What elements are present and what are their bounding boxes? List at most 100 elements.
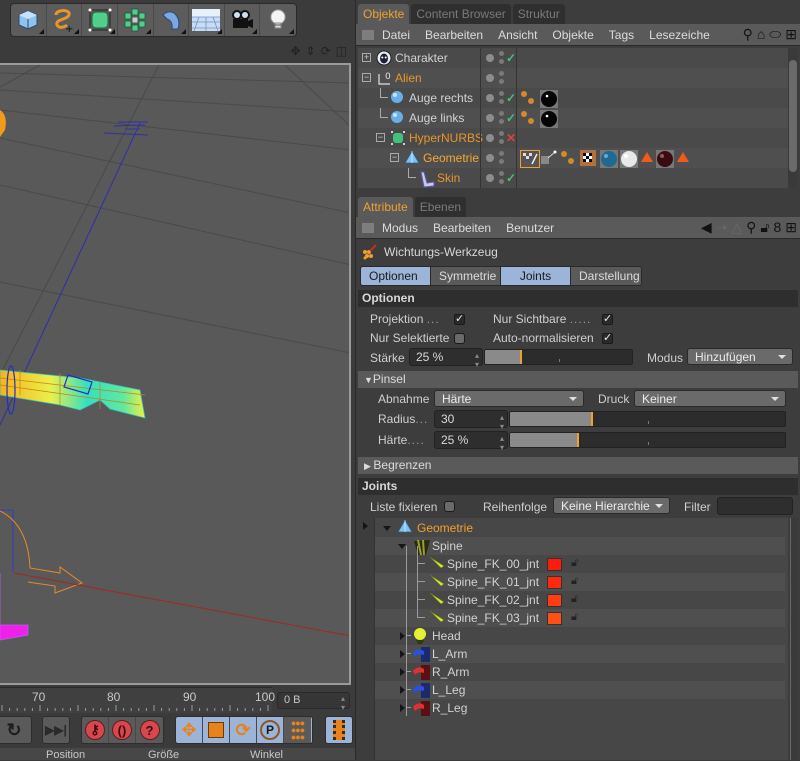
object-name[interactable]: Auge rechts — [409, 91, 473, 105]
begrenzen-group-header[interactable]: ▶ Begrenzen — [358, 457, 798, 474]
subtab-optionen[interactable]: Optionen — [361, 267, 431, 285]
joint-row[interactable]: Head — [375, 627, 785, 645]
collapse-toggle-icon[interactable]: − — [390, 153, 399, 162]
move-key-button[interactable]: ✥ — [176, 717, 203, 743]
keyframe-selection-button[interactable]: ? — [136, 717, 163, 743]
haerte-field[interactable]: 25 % ▴ ▾ — [434, 431, 508, 452]
object-row[interactable]: Auge rechts ✓ — [358, 88, 788, 108]
unlock-icon[interactable]: 🔓︎ — [571, 575, 578, 588]
nurbs-button[interactable] — [82, 4, 118, 36]
dark-red-material-icon[interactable] — [656, 150, 674, 168]
menu-ansicht[interactable]: Ansicht — [498, 28, 537, 42]
menu-bearbeiten[interactable]: Bearbeiten — [433, 221, 491, 235]
editor-visibility-dot[interactable] — [499, 51, 504, 56]
floor-button[interactable] — [189, 4, 225, 36]
disabled-x-icon[interactable]: ✕ — [506, 131, 516, 145]
editor-visibility-dot[interactable] — [499, 131, 504, 136]
visibility-dot[interactable] — [486, 174, 494, 182]
object-row[interactable]: − HyperNURBS ✕ — [358, 128, 788, 148]
search-icon[interactable]: ⚲ — [746, 219, 756, 236]
render-visibility-dot[interactable] — [499, 179, 504, 184]
tab-attribute[interactable]: Attribute — [358, 197, 413, 217]
joint-row[interactable]: L_Leg — [375, 681, 785, 699]
joint-row[interactable]: Spine_FK_01_jnt 🔓︎ — [375, 564, 785, 591]
menu-lesezeichen[interactable]: Lesezeiche — [649, 28, 710, 42]
object-name[interactable]: Geometrie — [423, 151, 479, 165]
joint-row[interactable]: Spine_FK_00_jnt 🔓︎ — [375, 546, 785, 573]
deformer-button[interactable] — [154, 4, 190, 36]
grip-handle[interactable] — [362, 222, 374, 233]
menu-benutzer[interactable]: Benutzer — [506, 221, 554, 235]
expand-toggle-icon[interactable] — [400, 668, 405, 676]
subtab-symmetrie[interactable]: Symmetrie — [431, 267, 501, 285]
joint-row[interactable]: Geometrie — [375, 519, 785, 537]
expand-toggle-icon[interactable] — [400, 686, 405, 694]
maximize-view-icon[interactable]: ◫ — [336, 44, 347, 58]
record-key-button[interactable]: ⚷ — [82, 717, 109, 743]
render-visibility-dot[interactable] — [499, 59, 504, 64]
druck-dropdown[interactable]: Keiner — [634, 390, 786, 407]
joint-name[interactable]: R_Leg — [432, 701, 467, 715]
visibility-dot[interactable] — [486, 74, 494, 82]
modus-dropdown[interactable]: Hinzufügen — [687, 348, 793, 365]
editor-visibility-dot[interactable] — [499, 171, 504, 176]
visibility-dot[interactable] — [486, 114, 494, 122]
joint-color-swatch[interactable] — [547, 594, 562, 607]
home-icon[interactable]: ⌂ — [757, 26, 765, 43]
expand-toggle-icon[interactable] — [398, 544, 406, 549]
eye-icon[interactable]: ⬭ — [769, 26, 781, 43]
object-name[interactable]: Alien — [395, 71, 422, 85]
up-arrow-icon[interactable]: △ — [731, 219, 742, 236]
constraint-tag-icon[interactable] — [520, 90, 536, 106]
checker-tag-icon[interactable] — [580, 150, 596, 166]
tab-ebenen[interactable]: Ebenen — [414, 197, 467, 217]
visibility-dot[interactable] — [486, 94, 494, 102]
menu-tags[interactable]: Tags — [609, 28, 634, 42]
selection-tag-icon[interactable] — [676, 150, 692, 166]
joint-name[interactable]: L_Leg — [432, 683, 465, 697]
enabled-check-icon[interactable]: ✓ — [506, 51, 516, 65]
joint-name[interactable]: Geometrie — [417, 521, 473, 535]
white-material-icon[interactable] — [620, 150, 638, 168]
blue-material-icon[interactable] — [600, 150, 618, 168]
link-icon[interactable]: 8 — [773, 219, 781, 236]
expand-toggle-icon[interactable] — [400, 650, 405, 658]
object-name[interactable]: Skin — [437, 171, 460, 185]
spin-arrows-icon[interactable]: ▴ ▾ — [341, 694, 345, 712]
object-name[interactable]: Charakter — [395, 51, 448, 65]
camera-button[interactable] — [225, 4, 261, 36]
current-frame-field[interactable]: 0 B ▴ ▾ — [277, 692, 350, 712]
expand-toggle-icon[interactable] — [400, 704, 405, 712]
filter-input[interactable] — [717, 497, 793, 515]
radius-slider[interactable] — [509, 411, 786, 427]
reihenfolge-dropdown[interactable]: Keine Hierarchie — [553, 497, 670, 514]
nur-sichtbare-checkbox[interactable]: ✓ — [602, 314, 613, 325]
joint-row[interactable]: L_Arm — [375, 645, 785, 663]
unlock-icon[interactable]: 🔓︎ — [571, 557, 578, 570]
expand-toggle-icon[interactable] — [400, 632, 405, 640]
new-window-icon[interactable]: ⊞ — [785, 219, 797, 236]
joint-name[interactable]: Spine_FK_00_jnt — [447, 557, 539, 571]
timeline-ruler[interactable]: 70 80 90 100 — [0, 687, 275, 713]
cube-button[interactable] — [11, 4, 47, 36]
unlock-icon[interactable]: 🔓︎ — [571, 593, 578, 606]
joint-name[interactable]: Spine — [432, 539, 463, 553]
subtab-joints[interactable]: Joints — [501, 267, 571, 285]
visibility-dot[interactable] — [486, 54, 494, 62]
render-visibility-dot[interactable] — [499, 119, 504, 124]
timeline-button[interactable] — [325, 716, 353, 744]
joint-row[interactable]: Spine_FK_02_jnt 🔓︎ — [375, 582, 785, 609]
expand-toggle-icon[interactable] — [383, 526, 391, 531]
weight-tag-icon[interactable] — [520, 150, 540, 168]
expand-toggle-icon[interactable]: + — [362, 53, 371, 62]
rotate-view-icon[interactable]: ⟳ — [321, 44, 331, 58]
search-icon[interactable]: ⚲ — [743, 26, 753, 43]
joint-color-swatch[interactable] — [547, 558, 562, 571]
lock-icon[interactable]: 🔓︎ — [760, 219, 769, 236]
joint-tree-scrollbar[interactable] — [790, 518, 798, 760]
object-row[interactable]: Skin ✓ — [358, 168, 788, 188]
collapse-toggle-icon[interactable]: − — [362, 73, 371, 82]
parameter-key-button[interactable]: P — [257, 717, 284, 743]
menu-modus[interactable]: Modus — [382, 221, 418, 235]
collapse-toggle-icon[interactable]: − — [376, 133, 385, 142]
